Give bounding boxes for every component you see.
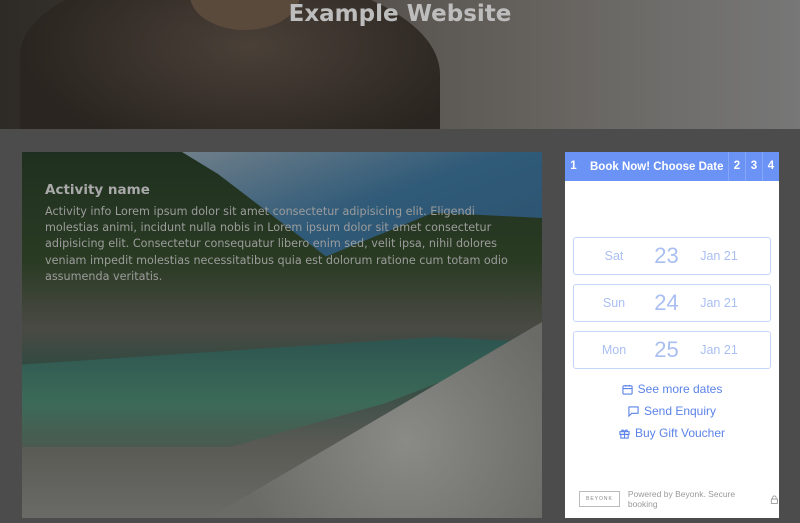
date-day: Sun bbox=[602, 296, 626, 310]
site-title: Example Website bbox=[288, 1, 512, 27]
date-month: Jan 21 bbox=[700, 343, 738, 357]
booking-steps: 1 Book Now! Choose Date 2 3 4 bbox=[565, 152, 779, 181]
message-icon bbox=[628, 406, 639, 418]
date-number: 25 bbox=[654, 337, 679, 362]
activity-info: Activity info Lorem ipsum dolor sit amet… bbox=[45, 205, 508, 283]
step-1[interactable]: 1 bbox=[565, 152, 582, 181]
date-day: Mon bbox=[601, 343, 627, 357]
see-more-dates-label: See more dates bbox=[637, 382, 723, 396]
step-4[interactable]: 4 bbox=[762, 152, 779, 181]
send-enquiry-label: Send Enquiry bbox=[643, 404, 717, 418]
send-enquiry-link[interactable]: Send Enquiry bbox=[565, 404, 779, 418]
beyonk-logo[interactable]: BEYONK bbox=[579, 491, 620, 507]
widget-footer: BEYONK Powered by Beyonk. Secure booking bbox=[579, 489, 779, 509]
gift-voucher-label: Buy Gift Voucher bbox=[634, 426, 726, 440]
powered-by-text: Powered by Beyonk. Secure booking bbox=[627, 489, 736, 509]
booking-widget: 1 Book Now! Choose Date 2 3 4 Sat 23 Jan 2… bbox=[565, 152, 779, 518]
gift-voucher-link[interactable]: Buy Gift Voucher bbox=[565, 426, 779, 440]
calendar-icon bbox=[622, 384, 633, 395]
date-number: 24 bbox=[654, 290, 679, 315]
activity-image: Activity name Activity info Lorem ipsum … bbox=[22, 152, 542, 518]
date-month: Jan 21 bbox=[700, 296, 738, 310]
date-day: Sat bbox=[604, 249, 624, 263]
date-option[interactable]: Sat 23 Jan 21 bbox=[573, 237, 771, 275]
current-step-label: Book Now! Choose Date bbox=[590, 160, 724, 173]
see-more-dates-link[interactable]: See more dates bbox=[565, 382, 779, 396]
gift-icon bbox=[619, 429, 630, 439]
activity-name: Activity name bbox=[45, 182, 150, 198]
step-2[interactable]: 2 bbox=[728, 152, 745, 181]
step-3[interactable]: 3 bbox=[745, 152, 762, 181]
date-option[interactable]: Sun 24 Jan 21 bbox=[573, 284, 771, 322]
date-month: Jan 21 bbox=[700, 249, 738, 263]
lock-icon bbox=[771, 495, 779, 504]
date-number: 23 bbox=[654, 243, 679, 268]
date-option[interactable]: Mon 25 Jan 21 bbox=[573, 331, 771, 369]
